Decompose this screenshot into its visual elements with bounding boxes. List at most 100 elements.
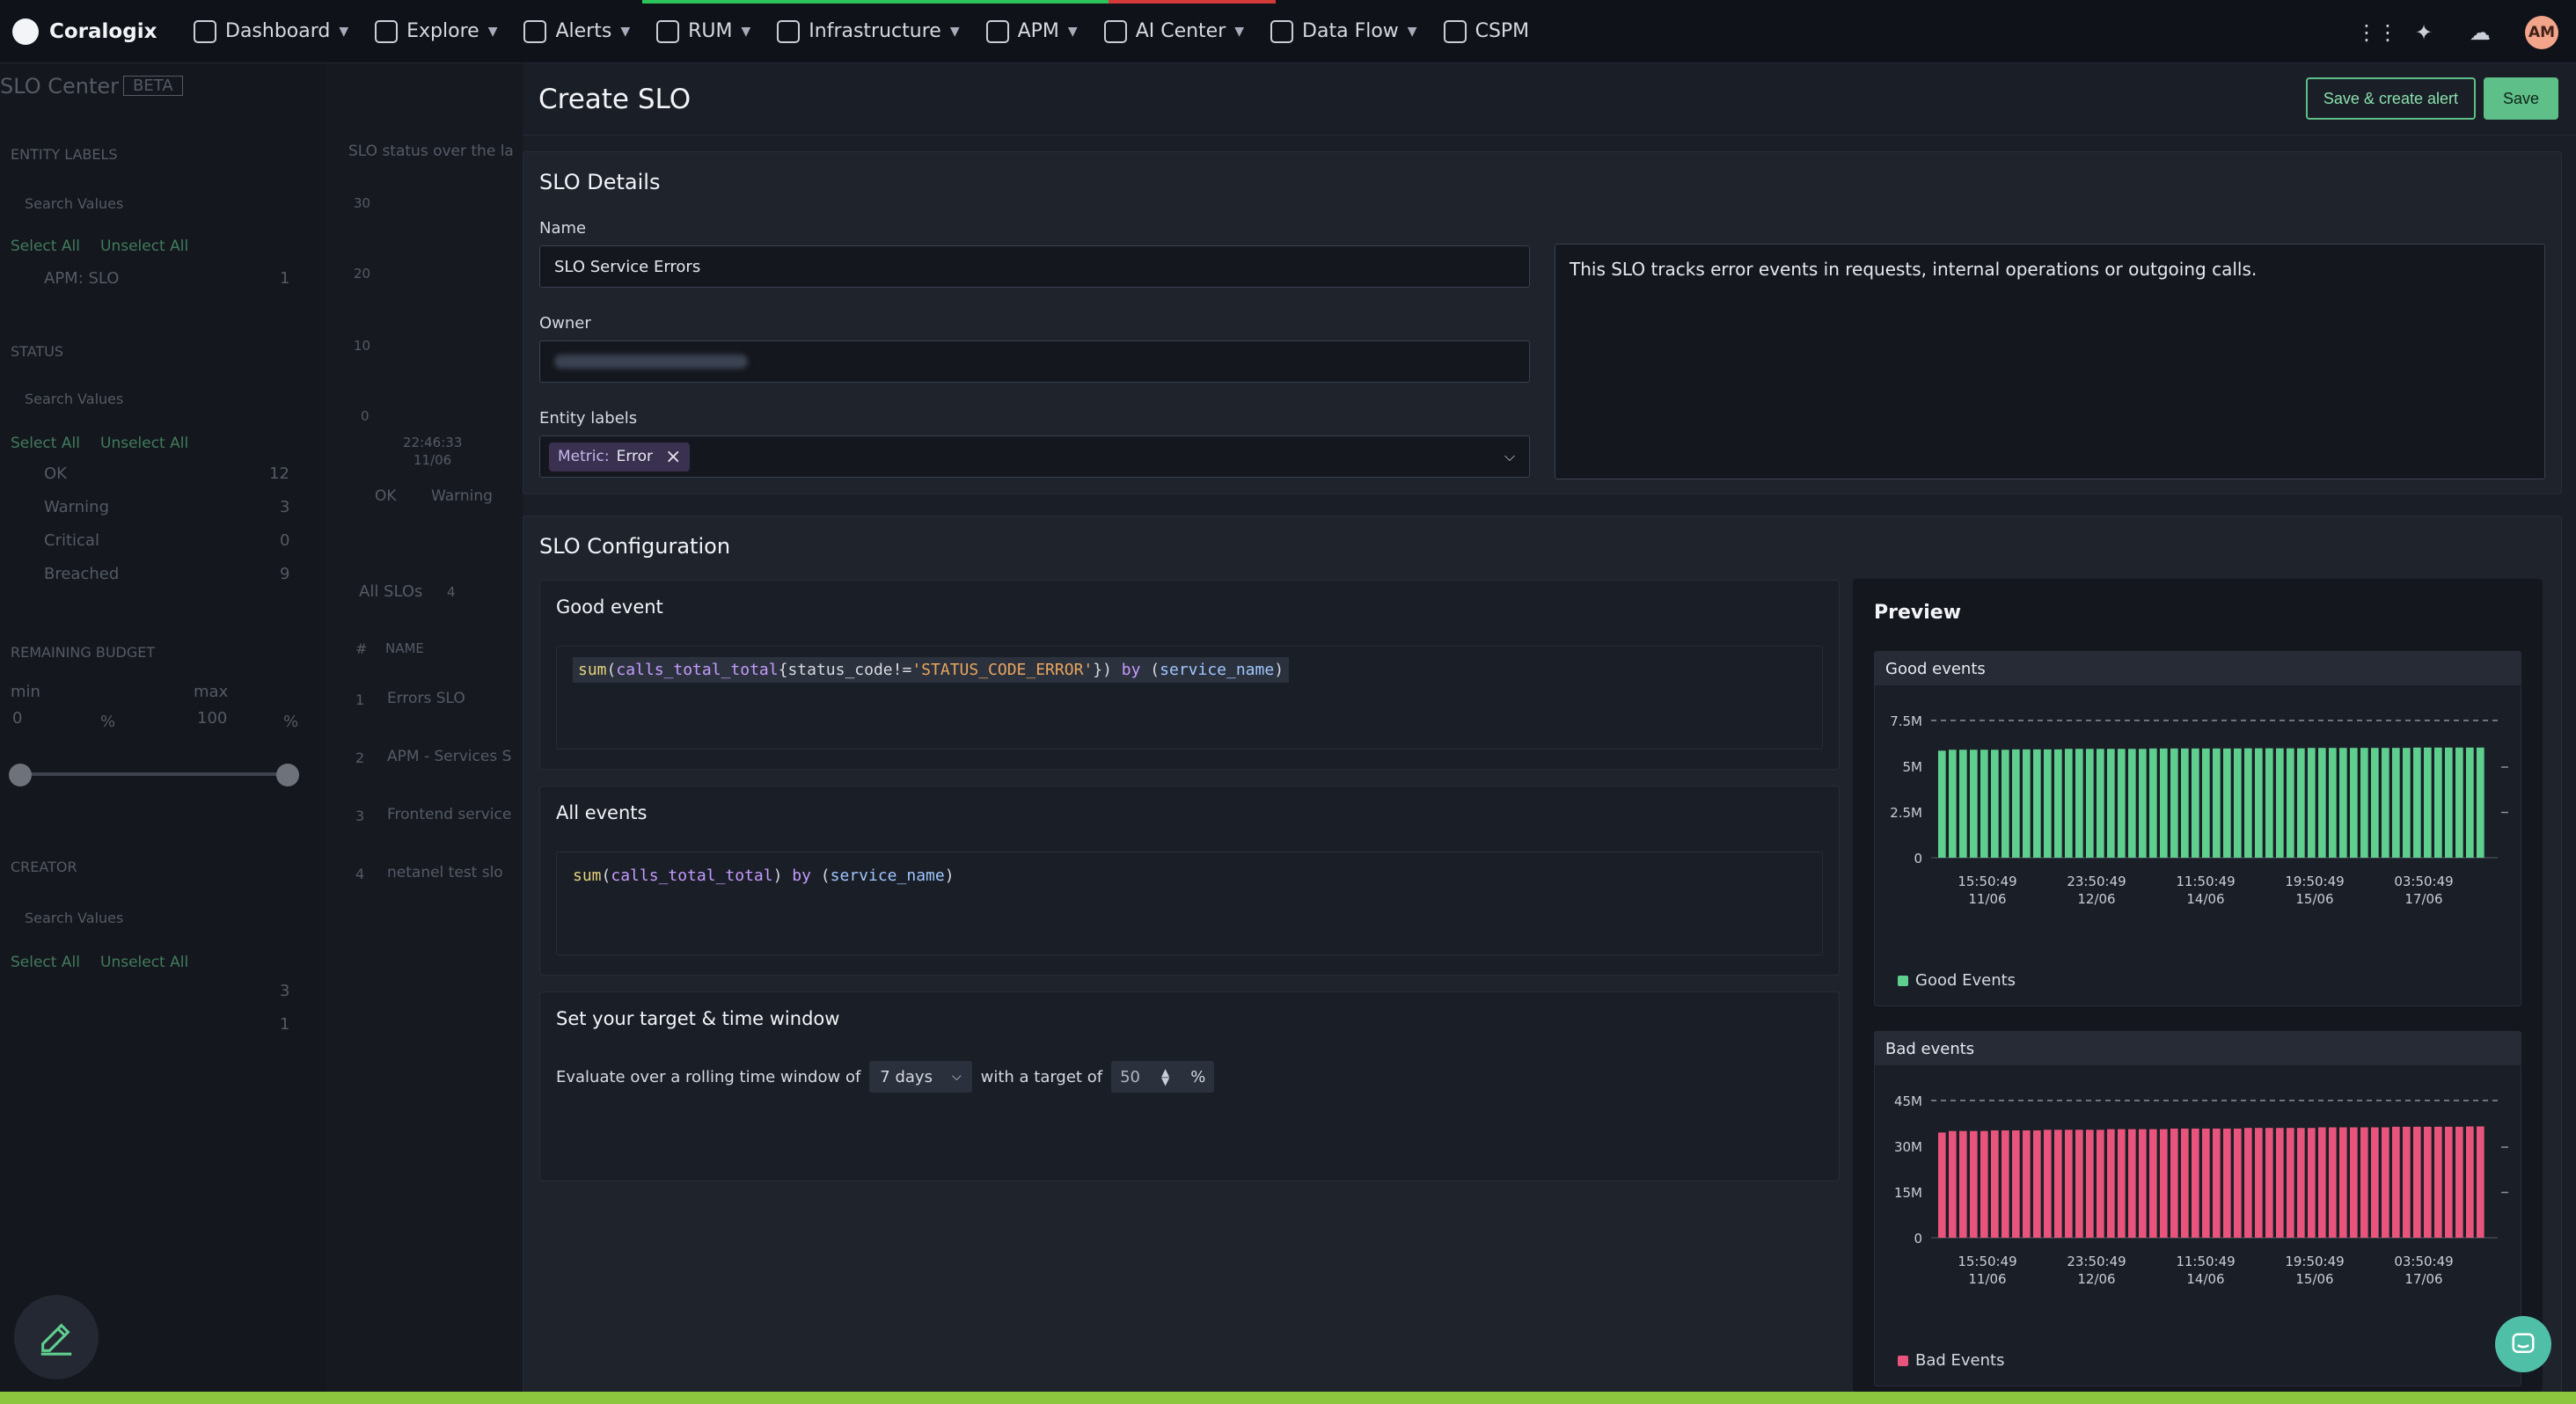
legend-swatch bbox=[1898, 1355, 1908, 1366]
nav-dashboard[interactable]: Dashboard ▼ bbox=[194, 19, 348, 43]
nav-label: APM bbox=[1017, 20, 1059, 42]
query-group: service_name bbox=[830, 867, 945, 885]
bar bbox=[2118, 1129, 2126, 1238]
owner-label: Owner bbox=[539, 314, 591, 333]
apps-grid-icon[interactable]: ⋮⋮ bbox=[2356, 21, 2398, 44]
nav-cspm[interactable]: CSPM bbox=[1443, 19, 1529, 43]
bar bbox=[2234, 748, 2242, 858]
bar bbox=[2308, 748, 2316, 858]
query-group: service_name bbox=[1160, 661, 1275, 679]
nav-ai-center[interactable]: AI Center ▼ bbox=[1103, 19, 1245, 43]
bar bbox=[2044, 1130, 2052, 1238]
bar bbox=[2477, 1126, 2485, 1238]
chevron-down-icon[interactable]: ⌵ bbox=[1504, 448, 1515, 465]
nav-data-flow[interactable]: Data Flow ▼ bbox=[1270, 19, 1417, 43]
brand[interactable]: Coralogix bbox=[0, 18, 167, 45]
rum-icon bbox=[656, 19, 680, 43]
bar bbox=[2276, 748, 2284, 858]
bar bbox=[2413, 747, 2421, 858]
slo-row-name: Errors SLO bbox=[387, 690, 465, 707]
date-label: 11/06 bbox=[413, 452, 452, 468]
y-tick-label: 15M bbox=[1894, 1185, 1922, 1201]
bar bbox=[2434, 1126, 2442, 1238]
time-window-select[interactable]: 7 days ⌵ bbox=[869, 1061, 972, 1093]
target-input[interactable]: 50 ▲ ▼% bbox=[1111, 1061, 1215, 1093]
entity-labels-label: Entity labels bbox=[539, 409, 638, 428]
description-textarea[interactable]: This SLO tracks error events in requests… bbox=[1555, 244, 2545, 479]
bar bbox=[2012, 1130, 2020, 1238]
bg-list bbox=[326, 63, 523, 1392]
bar bbox=[2360, 748, 2368, 858]
bar bbox=[2382, 748, 2389, 858]
nav-alerts[interactable]: Alerts ▼ bbox=[523, 19, 630, 43]
all-events-query[interactable]: sum(calls_total_total) by (service_name) bbox=[556, 852, 1823, 955]
nav-explore[interactable]: Explore ▼ bbox=[375, 19, 497, 43]
bar bbox=[1938, 750, 1946, 858]
close-icon[interactable]: × bbox=[665, 446, 681, 468]
bar bbox=[2287, 1128, 2294, 1238]
save-create-alert-button[interactable]: Save & create alert bbox=[2305, 77, 2476, 120]
y-tick: 30 bbox=[354, 195, 371, 211]
owner-input[interactable] bbox=[539, 340, 1530, 383]
min-label: min bbox=[11, 683, 40, 701]
bar bbox=[2002, 1130, 2009, 1238]
bar bbox=[2044, 749, 2052, 858]
bar bbox=[2477, 747, 2485, 858]
bar bbox=[2318, 748, 2326, 858]
bar bbox=[2118, 749, 2126, 858]
x-tick-time: 03:50:49 bbox=[2394, 874, 2453, 889]
cloud-icon[interactable]: ☁ bbox=[2469, 21, 2492, 44]
x-tick-date: 17/06 bbox=[2404, 891, 2442, 907]
brand-name: Coralogix bbox=[49, 19, 157, 43]
bar bbox=[2097, 1130, 2104, 1238]
y-tick-label: 0 bbox=[1914, 1231, 1922, 1247]
nav-label: Explore bbox=[406, 20, 479, 42]
chat-button[interactable] bbox=[2495, 1316, 2551, 1372]
chevron-down-icon: ⌵ bbox=[951, 1070, 962, 1084]
evaluate-text: Evaluate over a rolling time window of bbox=[556, 1067, 861, 1086]
bar bbox=[2445, 747, 2453, 858]
nav-rum[interactable]: RUM ▼ bbox=[656, 19, 750, 43]
edit-button[interactable] bbox=[14, 1295, 99, 1379]
owner-value-redacted bbox=[554, 355, 748, 369]
bar bbox=[2075, 749, 2083, 858]
chevron-down-icon: ▼ bbox=[1234, 24, 1245, 39]
name-input[interactable]: SLO Service Errors bbox=[539, 245, 1530, 288]
hash-col: # bbox=[355, 640, 368, 657]
bar bbox=[2244, 1128, 2252, 1238]
bar bbox=[2255, 748, 2263, 858]
entity-labels-select[interactable]: Metric: Error × ⌵ bbox=[539, 435, 1530, 478]
select-all-link: Select All bbox=[11, 954, 80, 971]
bar bbox=[2265, 748, 2273, 858]
nav-apm[interactable]: APM ▼ bbox=[985, 19, 1078, 43]
bar bbox=[2192, 1128, 2199, 1238]
bar bbox=[2318, 1127, 2326, 1238]
query-by: by bbox=[1121, 661, 1141, 679]
query-op: != bbox=[892, 661, 912, 679]
bar bbox=[2350, 1127, 2358, 1238]
time-label: 22:46:33 bbox=[403, 435, 463, 450]
sparkle-icon[interactable]: ✦ bbox=[2412, 21, 2435, 44]
stepper-icon[interactable]: ▲ ▼ bbox=[1161, 1067, 1169, 1086]
avatar[interactable]: AM bbox=[2525, 16, 2558, 49]
x-tick-date: 14/06 bbox=[2186, 1271, 2224, 1287]
nav-infrastructure[interactable]: Infrastructure ▼ bbox=[777, 19, 960, 43]
budget-slider-min-handle bbox=[9, 764, 32, 786]
good-query-highlight: sum(calls_total_total{status_code!='STAT… bbox=[573, 657, 1290, 683]
bar bbox=[2107, 749, 2115, 858]
x-tick-time: 19:50:49 bbox=[2285, 1254, 2344, 1269]
good-events-legend: Good Events bbox=[1898, 971, 2016, 990]
save-button[interactable]: Save bbox=[2483, 77, 2558, 120]
nav-right: ⋮⋮ ✦ ☁ AM bbox=[2356, 16, 2558, 49]
bad-events-card: Bad events 45M 30M 15M 0 15:50:49 11/06 23:50:… bbox=[1874, 1031, 2521, 1386]
x-tick-time: 23:50:49 bbox=[2067, 1254, 2126, 1269]
bar bbox=[2192, 748, 2199, 858]
x-tick-date: 17/06 bbox=[2404, 1271, 2442, 1287]
bar bbox=[1959, 1130, 1967, 1238]
bar bbox=[2170, 1128, 2178, 1238]
slo-configuration-heading: SLO Configuration bbox=[539, 534, 731, 559]
bar bbox=[2392, 748, 2400, 858]
y-tick-label: 2.5M bbox=[1890, 805, 1922, 821]
good-event-query[interactable]: sum(calls_total_total{status_code!='STAT… bbox=[556, 646, 1823, 750]
bar bbox=[2403, 748, 2411, 858]
